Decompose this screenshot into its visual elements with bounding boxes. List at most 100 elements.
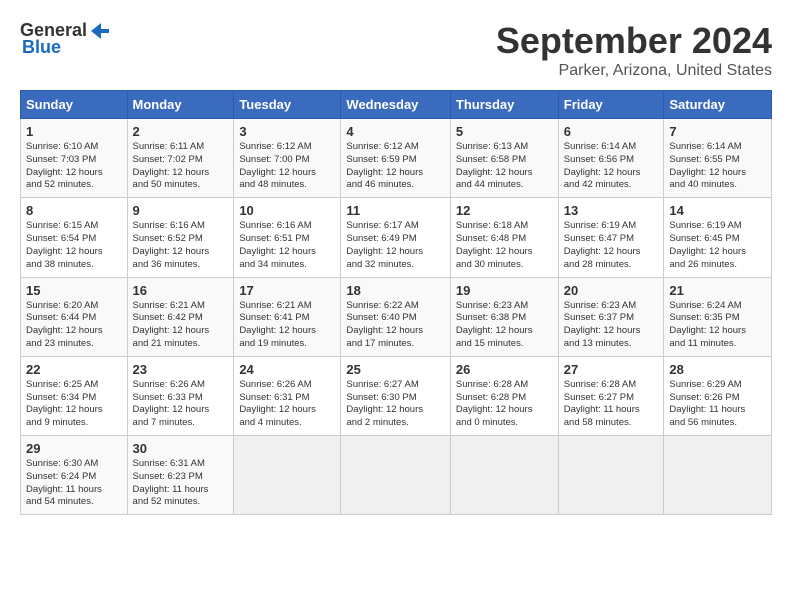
day-info: Sunrise: 6:16 AM Sunset: 6:51 PM Dayligh… [239,220,316,269]
calendar-week-row: 8 Sunrise: 6:15 AM Sunset: 6:54 PM Daylig… [21,198,772,277]
day-info: Sunrise: 6:23 AM Sunset: 6:38 PM Dayligh… [456,300,533,349]
calendar-cell: 11Sunrise: 6:17 AM Sunset: 6:49 PM Dayli… [341,198,450,277]
day-number: 28 [669,362,766,377]
calendar-cell: 6Sunrise: 6:14 AM Sunset: 6:56 PM Daylig… [558,119,664,198]
calendar-cell: 26 Sunrise: 6:28 AM Sunset: 6:28 PM Dayli… [450,356,558,435]
day-number: 1 [26,124,122,139]
day-info: Sunrise: 6:22 AM Sunset: 6:40 PM Dayligh… [346,300,423,349]
day-info: Sunrise: 6:23 AM Sunset: 6:37 PM Dayligh… [564,300,641,349]
calendar-week-row: 22Sunrise: 6:25 AM Sunset: 6:34 PM Dayli… [21,356,772,435]
day-info: Sunrise: 6:26 AM Sunset: 6:33 PM Dayligh… [133,379,210,428]
day-number: 29 [26,441,122,456]
day-number: 6 [564,124,659,139]
calendar-cell: 18 Sunrise: 6:22 AM Sunset: 6:40 PM Dayli… [341,277,450,356]
calendar-cell: 25 Sunrise: 6:27 AM Sunset: 6:30 PM Dayli… [341,356,450,435]
day-info: Sunrise: 6:28 AM Sunset: 6:27 PM Dayligh… [564,379,640,428]
day-info: Sunrise: 6:19 AM Sunset: 6:47 PM Dayligh… [564,220,641,269]
day-info: Sunrise: 6:27 AM Sunset: 6:30 PM Dayligh… [346,379,423,428]
calendar-cell: 5 Sunrise: 6:13 AM Sunset: 6:58 PM Daylig… [450,119,558,198]
calendar-week-row: 1 Sunrise: 6:10 AM Sunset: 7:03 PM Daylig… [21,119,772,198]
day-info: Sunrise: 6:28 AM Sunset: 6:28 PM Dayligh… [456,379,533,428]
day-number: 8 [26,203,122,218]
day-info: Sunrise: 6:30 AM Sunset: 6:24 PM Dayligh… [26,458,102,507]
day-number: 26 [456,362,553,377]
day-of-week-header: Friday [558,91,664,119]
day-number: 18 [346,283,444,298]
day-number: 2 [133,124,229,139]
day-of-week-header: Saturday [664,91,772,119]
day-info: Sunrise: 6:12 AM Sunset: 7:00 PM Dayligh… [239,141,316,190]
day-info: Sunrise: 6:20 AM Sunset: 6:44 PM Dayligh… [26,300,103,349]
day-number: 27 [564,362,659,377]
day-number: 12 [456,203,553,218]
calendar-cell: 30 Sunrise: 6:31 AM Sunset: 6:23 PM Dayli… [127,436,234,515]
day-number: 16 [133,283,229,298]
calendar-cell: 7Sunrise: 6:14 AM Sunset: 6:55 PM Daylig… [664,119,772,198]
day-number: 17 [239,283,335,298]
calendar-week-row: 15Sunrise: 6:20 AM Sunset: 6:44 PM Dayli… [21,277,772,356]
day-number: 4 [346,124,444,139]
day-of-week-header: Tuesday [234,91,341,119]
month-title: September 2024 [496,20,772,62]
calendar-header-row: SundayMondayTuesdayWednesdayThursdayFrid… [21,91,772,119]
day-number: 14 [669,203,766,218]
calendar-cell: 27 Sunrise: 6:28 AM Sunset: 6:27 PM Dayli… [558,356,664,435]
calendar-cell [558,436,664,515]
day-info: Sunrise: 6:25 AM Sunset: 6:34 PM Dayligh… [26,379,103,428]
day-info: Sunrise: 6:31 AM Sunset: 6:23 PM Dayligh… [133,458,209,507]
day-info: Sunrise: 6:26 AM Sunset: 6:31 PM Dayligh… [239,379,316,428]
day-number: 5 [456,124,553,139]
day-info: Sunrise: 6:18 AM Sunset: 6:48 PM Dayligh… [456,220,533,269]
day-number: 20 [564,283,659,298]
calendar-cell: 24 Sunrise: 6:26 AM Sunset: 6:31 PM Dayli… [234,356,341,435]
day-info: Sunrise: 6:15 AM Sunset: 6:54 PM Dayligh… [26,220,103,269]
day-of-week-header: Sunday [21,91,128,119]
calendar-cell: 22Sunrise: 6:25 AM Sunset: 6:34 PM Dayli… [21,356,128,435]
day-number: 10 [239,203,335,218]
header: General Blue September 2024 Parker, Ariz… [20,20,772,80]
calendar-cell: 10 Sunrise: 6:16 AM Sunset: 6:51 PM Dayli… [234,198,341,277]
logo-blue: Blue [22,37,61,58]
day-number: 13 [564,203,659,218]
calendar-cell: 3 Sunrise: 6:12 AM Sunset: 7:00 PM Daylig… [234,119,341,198]
calendar-cell: 19Sunrise: 6:23 AM Sunset: 6:38 PM Dayli… [450,277,558,356]
calendar-cell: 13 Sunrise: 6:19 AM Sunset: 6:47 PM Dayli… [558,198,664,277]
day-info: Sunrise: 6:10 AM Sunset: 7:03 PM Dayligh… [26,141,103,190]
logo: General Blue [20,20,109,58]
calendar-cell [450,436,558,515]
calendar-cell: 20 Sunrise: 6:23 AM Sunset: 6:37 PM Dayli… [558,277,664,356]
calendar-cell: 9Sunrise: 6:16 AM Sunset: 6:52 PM Daylig… [127,198,234,277]
calendar-cell: 28Sunrise: 6:29 AM Sunset: 6:26 PM Dayli… [664,356,772,435]
title-section: September 2024 Parker, Arizona, United S… [496,20,772,80]
calendar-cell [664,436,772,515]
day-info: Sunrise: 6:24 AM Sunset: 6:35 PM Dayligh… [669,300,746,349]
day-of-week-header: Thursday [450,91,558,119]
calendar-table: SundayMondayTuesdayWednesdayThursdayFrid… [20,90,772,515]
calendar-cell: 21 Sunrise: 6:24 AM Sunset: 6:35 PM Dayli… [664,277,772,356]
calendar-cell: 8 Sunrise: 6:15 AM Sunset: 6:54 PM Daylig… [21,198,128,277]
calendar-week-row: 29 Sunrise: 6:30 AM Sunset: 6:24 PM Dayli… [21,436,772,515]
day-number: 24 [239,362,335,377]
day-number: 30 [133,441,229,456]
day-number: 21 [669,283,766,298]
day-number: 11 [346,203,444,218]
logo-arrow-icon [89,21,109,41]
calendar-cell [341,436,450,515]
day-info: Sunrise: 6:19 AM Sunset: 6:45 PM Dayligh… [669,220,746,269]
day-number: 3 [239,124,335,139]
calendar-cell: 1 Sunrise: 6:10 AM Sunset: 7:03 PM Daylig… [21,119,128,198]
calendar-cell: 17 Sunrise: 6:21 AM Sunset: 6:41 PM Dayli… [234,277,341,356]
calendar-cell: 29 Sunrise: 6:30 AM Sunset: 6:24 PM Dayli… [21,436,128,515]
calendar-cell: 15Sunrise: 6:20 AM Sunset: 6:44 PM Dayli… [21,277,128,356]
day-info: Sunrise: 6:12 AM Sunset: 6:59 PM Dayligh… [346,141,423,190]
calendar-cell: 16 Sunrise: 6:21 AM Sunset: 6:42 PM Dayli… [127,277,234,356]
calendar-cell: 2 Sunrise: 6:11 AM Sunset: 7:02 PM Daylig… [127,119,234,198]
day-number: 7 [669,124,766,139]
day-number: 23 [133,362,229,377]
day-info: Sunrise: 6:11 AM Sunset: 7:02 PM Dayligh… [133,141,210,190]
day-info: Sunrise: 6:21 AM Sunset: 6:42 PM Dayligh… [133,300,210,349]
calendar-cell: 4 Sunrise: 6:12 AM Sunset: 6:59 PM Daylig… [341,119,450,198]
day-info: Sunrise: 6:21 AM Sunset: 6:41 PM Dayligh… [239,300,316,349]
day-info: Sunrise: 6:13 AM Sunset: 6:58 PM Dayligh… [456,141,533,190]
day-number: 25 [346,362,444,377]
